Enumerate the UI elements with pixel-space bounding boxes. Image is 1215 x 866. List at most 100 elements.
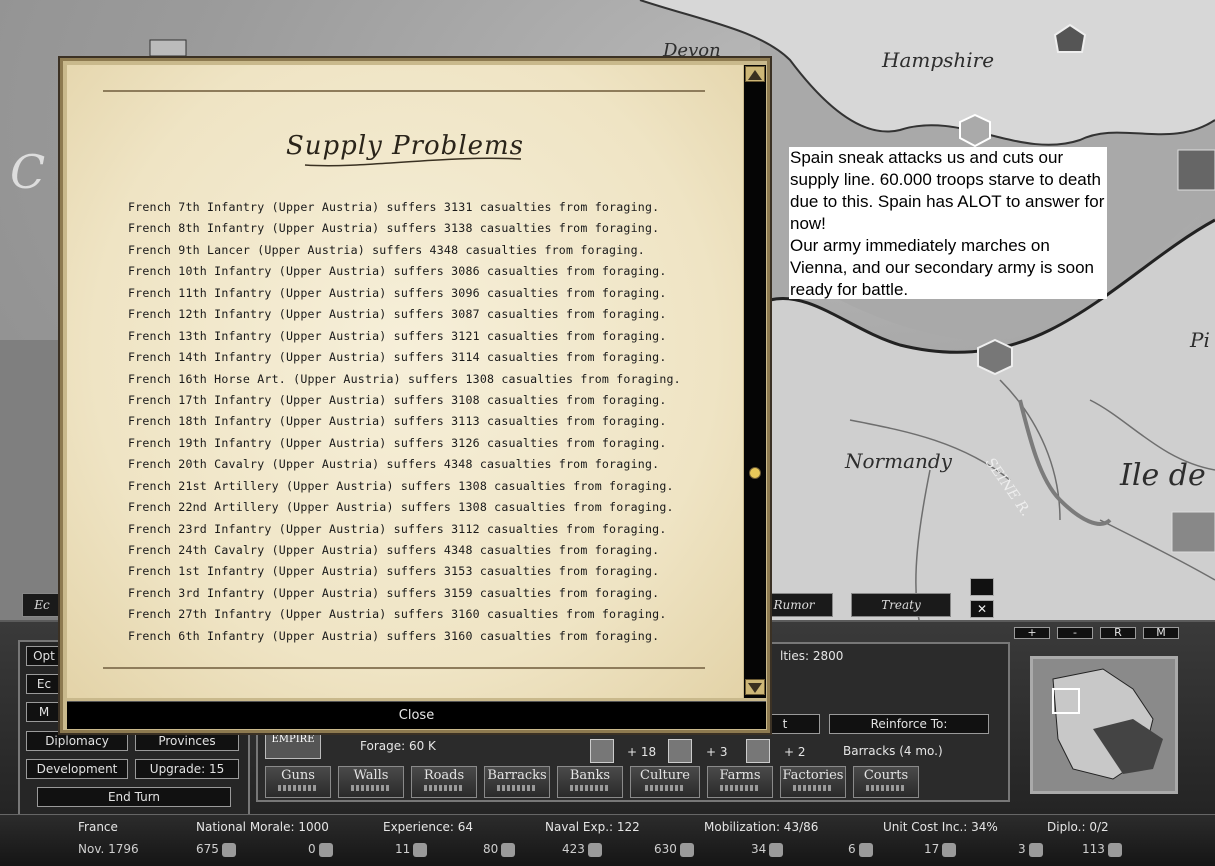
resource-value: 113 <box>1082 842 1105 856</box>
tab-economy[interactable]: Ec <box>22 593 62 617</box>
casualty-message-list: French 7th Infantry (Upper Austria) suff… <box>128 197 681 647</box>
cannon-icon <box>679 842 694 857</box>
build-level-dots <box>720 785 760 791</box>
message-line: French 21st Artillery (Upper Austria) su… <box>128 478 674 493</box>
message-line: French 23rd Infantry (Upper Austria) suf… <box>128 521 667 536</box>
resource-ammo: 113 <box>1082 842 1122 857</box>
message-line: French 1st Infantry (Upper Austria) suff… <box>128 564 660 579</box>
options-button[interactable]: Opt <box>26 646 62 666</box>
message-line: French 12th Infantry (Upper Austria) suf… <box>128 307 667 322</box>
resource-muskets: 423 <box>562 842 602 857</box>
build-label: Farms <box>719 768 761 783</box>
cross-swords-icon[interactable]: ✕ <box>970 600 994 618</box>
unit-cost-increase: Unit Cost Inc.: 34% <box>883 820 998 834</box>
message-line: French 22nd Artillery (Upper Austria) su… <box>128 500 674 515</box>
dialog-scrollbar[interactable] <box>744 65 766 698</box>
map-r-button[interactable]: R <box>1100 627 1136 639</box>
note-paragraph-1: Spain sneak attacks us and cuts our supp… <box>790 148 1105 233</box>
build-courts-button[interactable]: Courts <box>853 766 919 798</box>
resource-supplies: 675 <box>196 842 236 857</box>
fort-marker[interactable] <box>959 113 991 148</box>
resource-value: 3 <box>1018 842 1026 856</box>
message-line: French 7th Infantry (Upper Austria) suff… <box>128 200 660 214</box>
infantry-icon <box>590 739 614 763</box>
build-factories-button[interactable]: Factories <box>780 766 846 798</box>
map-label-picardy: Pi <box>1190 328 1210 352</box>
message-line: French 6th Infantry (Upper Austria) suff… <box>128 628 660 643</box>
uniform-icon <box>501 842 516 857</box>
map-m-button[interactable]: M <box>1143 627 1179 639</box>
reinforce-to-button[interactable]: Reinforce To: <box>829 714 989 734</box>
provinces-button[interactable]: Provinces <box>135 731 239 751</box>
build-label: Walls <box>353 768 389 783</box>
build-label: Roads <box>423 768 465 783</box>
build-level-dots <box>278 785 318 791</box>
build-barracks-button[interactable]: Barracks <box>484 766 550 798</box>
end-turn-button[interactable]: End Turn <box>37 787 231 807</box>
close-button[interactable]: Close <box>67 701 766 729</box>
map-label-ile-de-france: Ile de <box>1120 458 1206 493</box>
tab-treaty[interactable]: Treaty <box>851 593 951 617</box>
navy-marker[interactable] <box>149 39 187 57</box>
map-label-c: C <box>10 145 46 199</box>
nation-name: France <box>78 820 118 834</box>
bottom-divider <box>103 667 705 669</box>
resource-value: 675 <box>196 842 219 856</box>
resource-value: 17 <box>924 842 940 856</box>
resource-tools: 0 <box>308 842 333 857</box>
zoom-in-button[interactable]: + <box>1014 627 1050 639</box>
scroll-up-arrow-icon[interactable] <box>745 66 765 82</box>
naval-experience: Naval Exp.: 122 <box>545 820 640 834</box>
build-label: Barracks <box>487 768 547 783</box>
scroll-thumb[interactable] <box>749 467 761 479</box>
message-line: French 14th Infantry (Upper Austria) suf… <box>128 350 667 365</box>
diplomats: Diplo.: 0/2 <box>1047 820 1109 834</box>
flag-marker[interactable] <box>1177 149 1215 191</box>
development-button[interactable]: Development <box>26 759 128 779</box>
map-label-hampshire: Hampshire <box>882 48 995 72</box>
minimap-terrain <box>1033 659 1175 791</box>
shield-icon <box>746 739 770 763</box>
economy-button[interactable]: Ec <box>26 674 62 694</box>
build-farms-button[interactable]: Farms <box>707 766 773 798</box>
resource-value: 6 <box>848 842 856 856</box>
message-line: French 16th Horse Art. (Upper Austria) s… <box>128 371 681 386</box>
build-guns-button[interactable]: Guns <box>265 766 331 798</box>
build-label: Guns <box>281 768 315 783</box>
resource-value: 630 <box>654 842 677 856</box>
build-culture-button[interactable]: Culture <box>630 766 700 798</box>
scroll-up-button[interactable] <box>970 578 994 596</box>
fort-marker[interactable] <box>977 338 1013 376</box>
build-banks-button[interactable]: Banks <box>557 766 623 798</box>
message-line: French 11th Infantry (Upper Austria) suf… <box>128 285 667 300</box>
diplomacy-button[interactable]: Diplomacy <box>26 731 128 751</box>
build-level-dots <box>793 785 833 791</box>
scroll-down-arrow-icon[interactable] <box>745 679 765 695</box>
resource-value: 11 <box>395 842 411 856</box>
resource-value: 80 <box>483 842 499 856</box>
bonus-defense: + 2 <box>784 745 806 759</box>
build-walls-button[interactable]: Walls <box>338 766 404 798</box>
military-button[interactable]: M <box>26 702 62 722</box>
upgrade-button[interactable]: Upgrade: 15 <box>135 759 239 779</box>
build-label: Factories <box>782 768 844 783</box>
experience: Experience: 64 <box>383 820 474 834</box>
armor-icon <box>1028 842 1043 857</box>
zoom-out-button[interactable]: - <box>1057 627 1093 639</box>
message-line: French 13th Infantry (Upper Austria) suf… <box>128 328 667 343</box>
cannon-icon <box>668 739 692 763</box>
empire-badge: EMPIRE <box>265 733 321 759</box>
musket-icon <box>587 842 602 857</box>
bottle-icon <box>858 842 873 857</box>
supply-problems-dialog: Supply Problems French 7th Infantry (Upp… <box>60 58 770 733</box>
build-label: Banks <box>569 768 611 783</box>
build-roads-button[interactable]: Roads <box>411 766 477 798</box>
forage-text: Forage: 60 K <box>360 739 436 753</box>
minimap[interactable] <box>1030 656 1178 794</box>
resource-armor: 3 <box>1018 842 1043 857</box>
sword-icon <box>942 842 957 857</box>
dialog-parchment: Supply Problems French 7th Infantry (Upp… <box>67 65 743 698</box>
army-marker[interactable] <box>1171 511 1215 553</box>
ammo-icon <box>1107 842 1122 857</box>
message-line: French 10th Infantry (Upper Austria) suf… <box>128 264 667 279</box>
